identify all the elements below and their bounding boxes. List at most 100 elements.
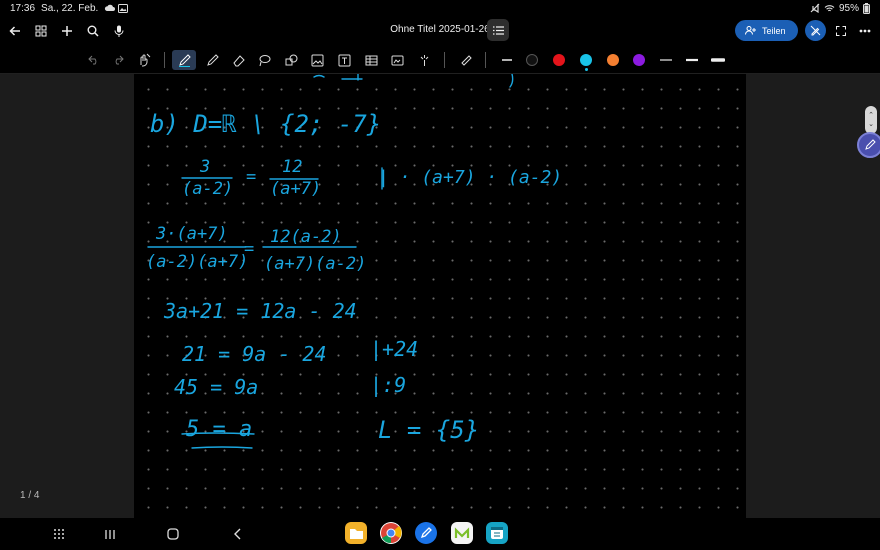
cloud-icon — [105, 4, 116, 11]
color-swatch-orange[interactable] — [607, 54, 619, 66]
status-date: Sa., 22. Feb. — [41, 2, 99, 14]
table-tool[interactable] — [361, 50, 381, 70]
eq3: 3a+21 = 12a - 24 — [163, 299, 357, 323]
eq2-equals: = — [244, 239, 254, 259]
more-options-button[interactable] — [852, 18, 878, 44]
home-button[interactable] — [161, 522, 185, 546]
voice-button[interactable] — [106, 18, 132, 44]
pen-tool[interactable] — [172, 50, 196, 70]
fullscreen-button[interactable] — [828, 18, 854, 44]
grid-icon — [35, 25, 47, 37]
sticker-icon — [391, 55, 403, 65]
eq5-operation: |:9 — [370, 373, 406, 397]
ruler-tool[interactable] — [456, 50, 476, 70]
search-button[interactable] — [80, 18, 106, 44]
pen-slash-icon — [810, 25, 821, 36]
eq2-right-numerator: 12(a-2) — [270, 227, 342, 247]
eq2-right-denominator: (a+7)(a-2) — [264, 254, 366, 274]
lasso-tool[interactable] — [254, 50, 274, 70]
eq2-left-denominator: (a-2)(a+7) — [146, 252, 248, 272]
eq4: 21 = 9a - 24 — [182, 342, 327, 366]
calendar-icon — [491, 527, 503, 539]
hand-pen-icon — [140, 53, 151, 67]
system-nav-bar — [0, 518, 880, 550]
text-tool[interactable] — [334, 50, 354, 70]
grid-view-button[interactable] — [28, 18, 54, 44]
moodle-app-icon[interactable] — [451, 522, 473, 544]
undo-icon — [88, 55, 97, 65]
notes-app-icon[interactable] — [415, 522, 437, 544]
toolbar-divider — [164, 52, 165, 68]
chrome-app-icon[interactable] — [380, 522, 402, 544]
sticker-tool[interactable] — [387, 50, 407, 70]
table-icon — [365, 55, 377, 65]
laser-pointer-tool[interactable] — [414, 50, 434, 70]
chevron-down-icon[interactable]: ⌄ — [868, 120, 874, 129]
chevron-up-icon[interactable]: ⌃ — [868, 111, 874, 120]
note-title[interactable]: Ohne Titel 2025-01-26 — [390, 24, 490, 35]
battery-percent: 95% — [838, 2, 859, 14]
plus-icon — [62, 26, 72, 36]
eq1-operation: | · (a+7) · (a-2) — [378, 167, 562, 188]
mute-icon — [810, 3, 820, 13]
note-page[interactable]: b) D=ℝ \ {2; -7} 3 (a-2) = 12 (a+7) | · … — [134, 74, 746, 518]
eq2-left-numerator: 3·(a+7) — [155, 224, 228, 244]
line-b: b) D=ℝ \ {2; -7} — [150, 110, 381, 138]
floating-pen-button[interactable] — [857, 132, 880, 158]
stroke-width-2-button[interactable] — [682, 50, 702, 70]
notification-icons — [104, 3, 129, 13]
wifi-icon — [824, 4, 835, 11]
share-label: Teilen — [762, 25, 786, 36]
undo-button[interactable] — [84, 50, 104, 70]
nav-back-button[interactable] — [225, 522, 249, 546]
calendar-app-icon[interactable] — [486, 522, 508, 544]
app-drawer-button[interactable] — [47, 522, 71, 546]
stroke-width-icon — [660, 59, 672, 61]
shapes-tool[interactable] — [281, 50, 301, 70]
left-gutter — [0, 74, 134, 518]
share-button[interactable]: Teilen — [735, 20, 798, 41]
drawing-toolbar — [0, 46, 880, 74]
pen-mode-button[interactable] — [805, 20, 826, 41]
recents-icon — [105, 529, 115, 539]
back-button[interactable] — [2, 18, 28, 44]
outline-button[interactable] — [487, 19, 509, 41]
stroke-width-icon — [686, 58, 698, 62]
page-scroll-control[interactable]: ⌃ ⌄ — [865, 106, 877, 134]
color-swatch-red[interactable] — [553, 54, 565, 66]
more-horizontal-icon — [859, 29, 871, 33]
eraser-icon — [232, 54, 245, 66]
insert-image-tool[interactable] — [307, 50, 327, 70]
files-app-icon[interactable] — [345, 522, 367, 544]
pencil-icon — [206, 53, 219, 66]
image-icon — [118, 3, 129, 13]
selected-color-indicator — [585, 68, 588, 71]
stroke-width-3-button[interactable] — [708, 50, 728, 70]
pen-icon — [178, 53, 191, 67]
color-swatch-cyan[interactable] — [580, 54, 592, 66]
color-swatch-black[interactable] — [526, 54, 538, 66]
touch-drawing-button[interactable] — [134, 50, 154, 70]
battery-icon — [863, 2, 870, 14]
laser-icon — [420, 54, 428, 66]
chevron-left-icon — [234, 528, 241, 540]
toolbar-divider — [444, 52, 445, 68]
stroke-width-icon — [711, 58, 725, 62]
eq1-right-numerator: 12 — [282, 157, 302, 177]
pen-icon — [420, 527, 432, 539]
status-bar: 17:36 Sa., 22. Feb. 95% — [0, 0, 880, 16]
add-person-icon — [745, 26, 756, 35]
arrow-left-icon — [9, 26, 20, 36]
redo-button[interactable] — [108, 50, 128, 70]
text-icon — [338, 54, 350, 66]
color-swatch-purple[interactable] — [633, 54, 645, 66]
pen-icon — [865, 139, 876, 150]
chrome-icon — [381, 523, 402, 544]
stroke-width-1-button[interactable] — [656, 50, 676, 70]
pencil-tool[interactable] — [202, 50, 222, 70]
thin-line-button[interactable] — [497, 50, 517, 70]
eraser-tool[interactable] — [228, 50, 248, 70]
apps-grid-icon — [54, 529, 64, 539]
recent-apps-button[interactable] — [98, 522, 122, 546]
add-button[interactable] — [54, 18, 80, 44]
